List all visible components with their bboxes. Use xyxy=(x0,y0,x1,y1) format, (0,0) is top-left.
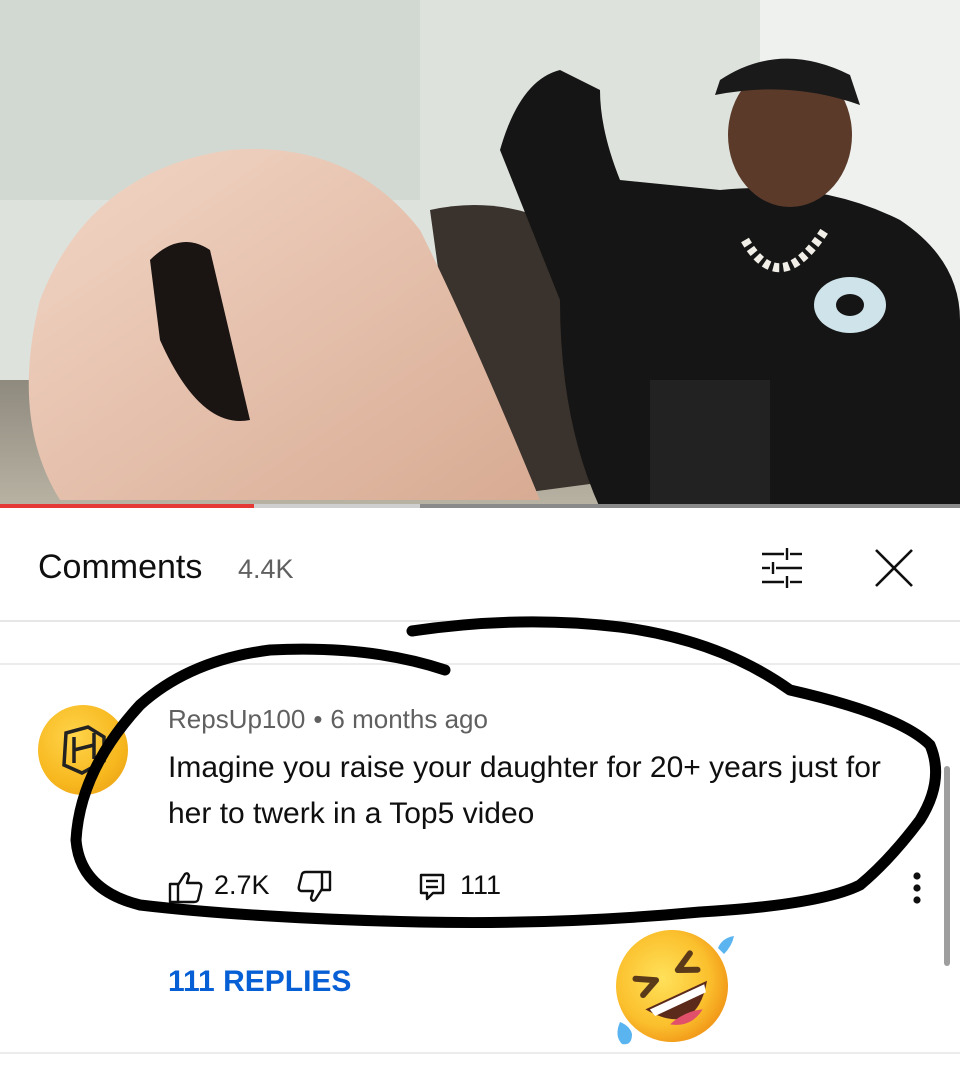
comment-author[interactable]: RepsUp100 xyxy=(168,704,305,734)
sort-filter-button[interactable] xyxy=(758,544,806,592)
thumbs-down-icon xyxy=(297,870,332,902)
comments-count: 4.4K xyxy=(238,554,294,584)
comments-header: Comments 4.4K xyxy=(0,508,960,622)
meta-separator: • xyxy=(313,704,323,734)
section-divider xyxy=(0,663,960,665)
more-actions-button[interactable] xyxy=(902,866,932,910)
more-vertical-icon xyxy=(913,872,921,904)
close-button[interactable] xyxy=(870,544,918,592)
comment-text: Imagine you raise your daughter for 20+ … xyxy=(168,751,881,830)
reply-count: 111 xyxy=(460,870,502,900)
bottom-divider xyxy=(0,1052,960,1054)
comment-time: 6 months ago xyxy=(330,704,488,734)
like-count: 2.7K xyxy=(214,870,270,900)
video-player[interactable] xyxy=(0,0,960,508)
reply-button[interactable] xyxy=(418,872,448,907)
avatar[interactable] xyxy=(38,705,128,795)
thumbs-up-icon xyxy=(168,872,203,904)
video-frame xyxy=(0,0,960,508)
channel-logo-icon xyxy=(62,725,106,775)
close-icon xyxy=(875,549,913,587)
dislike-button[interactable] xyxy=(296,870,332,909)
view-replies-link[interactable]: 111 REPLIES xyxy=(168,965,351,999)
comments-title: Comments xyxy=(38,548,203,586)
reply-comment-icon xyxy=(419,873,445,901)
comment-meta: RepsUp100 • 6 months ago xyxy=(168,704,488,735)
like-button[interactable] xyxy=(168,870,204,909)
scrollbar[interactable] xyxy=(944,766,950,966)
sort-filter-icon xyxy=(762,548,802,588)
rolling-on-floor-laughing-emoji xyxy=(616,930,734,1045)
